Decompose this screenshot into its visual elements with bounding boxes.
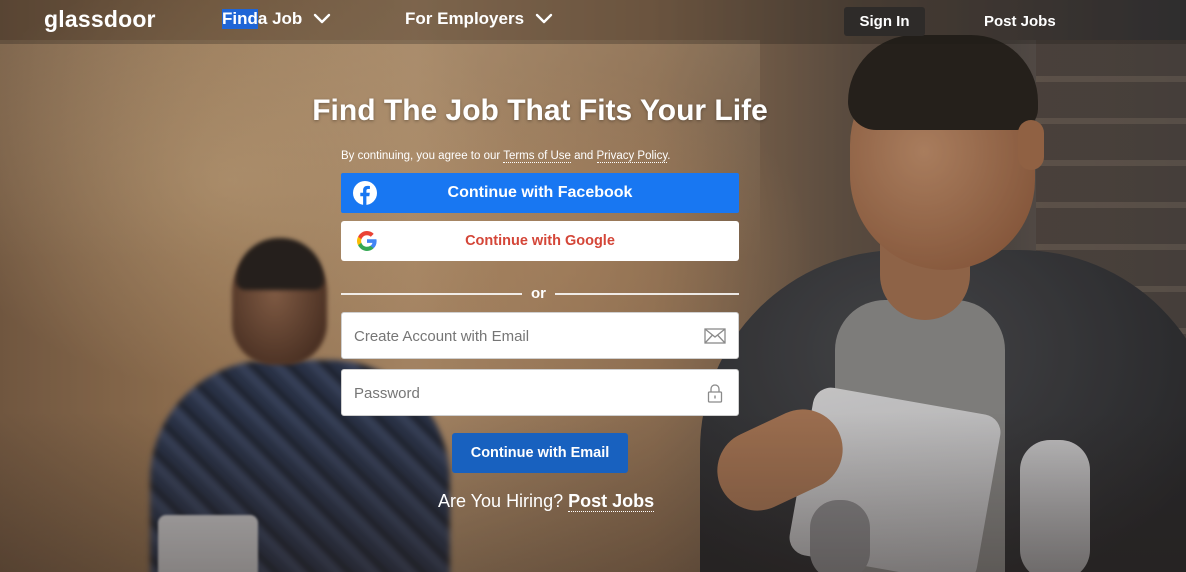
terms-suffix: . [667, 150, 671, 162]
find-a-job-menu[interactable]: Find a Job [222, 9, 332, 29]
headline-text: Find The Job That Fits Your Life [312, 94, 768, 127]
password-field[interactable] [341, 369, 739, 417]
for-employers-menu[interactable]: For Employers [405, 9, 554, 29]
envelope-icon [704, 328, 726, 344]
terms-prefix: By continuing, you agree to our [341, 150, 504, 162]
continue-with-email-button[interactable]: Continue with Email [452, 433, 628, 473]
chevron-down-icon [314, 13, 331, 24]
facebook-icon [353, 181, 377, 205]
terms-of-use-link[interactable]: Terms of Use [503, 150, 571, 163]
find-a-job-label: a Job [257, 9, 303, 28]
privacy-policy-link[interactable]: Privacy Policy [596, 150, 668, 163]
chevron-down-icon [535, 13, 553, 24]
continue-with-facebook-button[interactable]: Continue with Facebook [341, 173, 739, 213]
or-separator: or [531, 285, 546, 302]
hiring-prompt: Are You Hiring? Post Jobs [438, 491, 655, 512]
email-input[interactable] [352, 313, 696, 360]
google-button-label: Continue with Google [465, 233, 615, 249]
or-divider-right [555, 293, 739, 295]
sign-in-button[interactable]: Sign In [844, 7, 925, 36]
email-field[interactable] [341, 312, 739, 360]
post-jobs-link[interactable]: Post Jobs [568, 491, 655, 512]
terms-and: and [570, 150, 597, 162]
terms-notice: By continuing, you agree to our Terms of… [341, 150, 671, 163]
password-input[interactable] [352, 370, 696, 417]
find-a-job-label-selected: Find [222, 9, 258, 29]
top-nav: glassdoor Find a Job For Employers Sign … [0, 0, 1186, 44]
hero-background-photo [0, 0, 1186, 572]
lock-icon [707, 384, 723, 403]
glassdoor-logo[interactable]: glassdoor [44, 6, 156, 33]
or-divider-left [341, 293, 522, 295]
google-icon [357, 231, 377, 251]
facebook-button-label: Continue with Facebook [447, 184, 633, 201]
hiring-question: Are You Hiring? [438, 491, 569, 511]
background-overlay [0, 0, 1186, 572]
page-headline: Find The Job That Fits Your Life [0, 94, 1080, 128]
continue-with-google-button[interactable]: Continue with Google [341, 221, 739, 261]
post-jobs-nav-link[interactable]: Post Jobs [984, 13, 1056, 30]
for-employers-label: For Employers [405, 9, 525, 28]
